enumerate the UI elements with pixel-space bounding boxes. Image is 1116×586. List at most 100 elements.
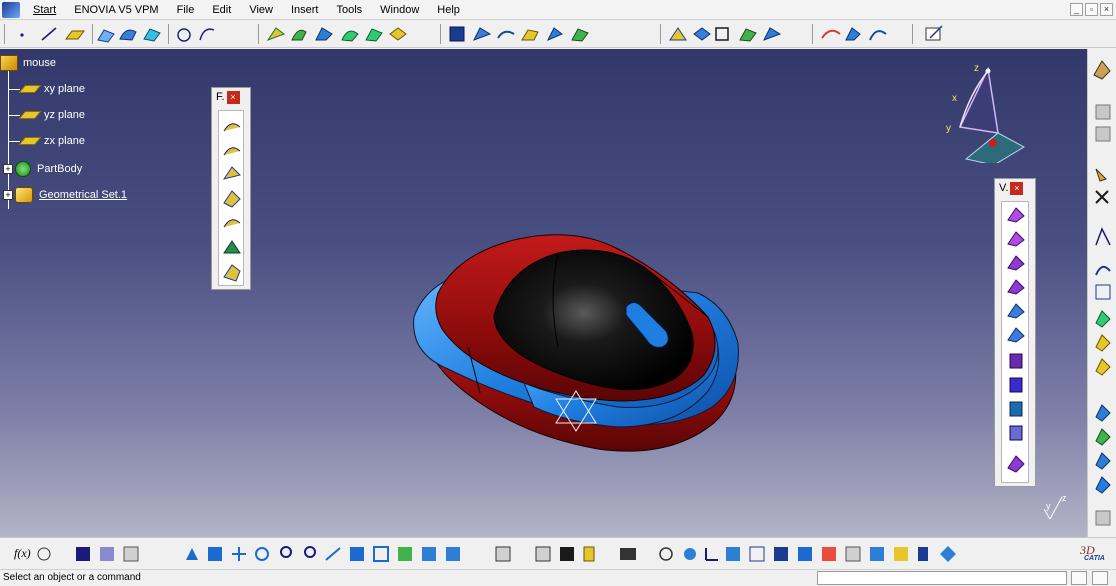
volume-sweep-icon[interactable] [1007, 255, 1025, 271]
trim-icon[interactable] [693, 27, 711, 41]
zoom-in-icon[interactable] [280, 546, 292, 558]
part-design-icon[interactable] [1093, 60, 1111, 80]
mouse-3d-model[interactable] [408, 197, 748, 457]
3d-viewport[interactable]: mouse xy plane yz plane zx plane + PartB… [0, 49, 1087, 537]
repeat-icon[interactable] [1095, 334, 1111, 352]
snap-icon[interactable] [1095, 190, 1109, 204]
fit-all-icon[interactable] [208, 547, 222, 561]
copy-object-icon[interactable] [845, 546, 861, 562]
multisection-surface-icon[interactable] [472, 27, 492, 41]
design-check-icon[interactable] [684, 548, 696, 560]
catalog-icon[interactable] [123, 546, 139, 562]
capture-icon[interactable] [620, 548, 636, 560]
spline-icon[interactable] [199, 28, 215, 41]
menu-window[interactable]: Window [371, 4, 428, 16]
tree-item-yz-plane[interactable]: yz plane [8, 109, 85, 121]
menu-view[interactable]: View [240, 4, 282, 16]
volume-extrude-icon[interactable] [1007, 207, 1025, 223]
sectioning-icon[interactable] [560, 547, 574, 561]
chordal-fillet-icon[interactable] [222, 166, 241, 180]
work-on-support-icon[interactable] [726, 547, 740, 561]
restore-button[interactable]: ▫ [1085, 3, 1098, 16]
menu-start[interactable]: Start [24, 4, 65, 16]
projection-icon[interactable] [97, 29, 115, 43]
tree-item-label[interactable]: xy plane [44, 83, 85, 95]
hide-show-icon[interactable] [422, 547, 436, 561]
sweep-icon[interactable] [389, 27, 407, 41]
variable-fillet-icon[interactable] [223, 147, 241, 156]
multi-view-icon[interactable] [350, 547, 364, 561]
split-icon[interactable] [669, 27, 687, 41]
rotate-view-icon[interactable] [255, 547, 269, 561]
fillet-icon[interactable] [762, 27, 782, 41]
instantiate-icon[interactable] [822, 547, 836, 561]
tree-item-partbody[interactable]: + PartBody [3, 161, 82, 177]
parallel-curve-icon[interactable] [143, 28, 161, 42]
select-icon[interactable] [1095, 168, 1107, 182]
menu-edit[interactable]: Edit [203, 4, 240, 16]
floating-toolbar-f[interactable]: F. × [211, 87, 251, 290]
floating-toolbar-v[interactable]: V. × [994, 178, 1036, 487]
menu-help[interactable]: Help [428, 4, 469, 16]
tree-item-zx-plane[interactable]: zx plane [8, 135, 85, 147]
knowledge-icon[interactable] [100, 547, 114, 561]
tree-item-label[interactable]: Geometrical Set.1 [39, 189, 127, 201]
menu-insert[interactable]: Insert [282, 4, 328, 16]
zoom-out-icon[interactable] [304, 546, 316, 558]
measure-item-icon[interactable] [1095, 126, 1111, 142]
plug-icon[interactable] [940, 546, 956, 562]
close-surface-icon[interactable] [1007, 327, 1025, 343]
grid-view-icon[interactable] [749, 546, 765, 562]
thick-surface-icon[interactable] [1007, 303, 1025, 319]
palette-titlebar[interactable]: F. × [212, 88, 250, 106]
union-trim-icon[interactable] [1009, 425, 1023, 441]
pan-icon[interactable] [232, 547, 246, 561]
blend-icon[interactable] [223, 240, 241, 254]
cylinder-icon[interactable] [341, 30, 359, 42]
swept-volume-icon[interactable] [659, 547, 673, 561]
tree-item-label[interactable]: PartBody [37, 163, 82, 175]
volume-revolve-icon[interactable] [1007, 231, 1025, 247]
minimize-button[interactable]: _ [1070, 3, 1083, 16]
volume-multisection-icon[interactable] [1007, 279, 1025, 295]
face-fillet-icon[interactable] [223, 190, 241, 208]
law-icon[interactable] [1095, 265, 1111, 276]
palette-close-button[interactable]: × [1010, 181, 1024, 195]
fill-icon[interactable] [449, 26, 465, 42]
pattern-icon[interactable] [1095, 310, 1111, 328]
axis-system-icon[interactable] [705, 548, 718, 561]
symmetry-icon[interactable] [869, 30, 887, 41]
shading-icon[interactable] [398, 547, 412, 561]
draft-analysis-icon[interactable] [1095, 428, 1111, 446]
offset-icon[interactable] [365, 28, 383, 42]
untrim-icon[interactable] [571, 28, 589, 42]
tree-item-label[interactable]: zx plane [44, 135, 85, 147]
tree-root[interactable]: mouse [0, 55, 56, 71]
scan-icon[interactable] [870, 547, 884, 561]
close-button[interactable]: × [1100, 3, 1113, 16]
measure-between-icon[interactable] [495, 546, 511, 562]
curve-icon[interactable] [1095, 227, 1111, 246]
volume-draft-icon[interactable] [1007, 455, 1025, 473]
grid-icon[interactable] [1095, 284, 1111, 300]
vbscript-icon[interactable] [918, 547, 928, 561]
menu-file[interactable]: File [168, 4, 204, 16]
circle-icon[interactable] [177, 28, 191, 42]
measure-icon[interactable] [1095, 104, 1111, 120]
tritangent-fillet-icon[interactable] [223, 219, 241, 228]
translate-icon[interactable] [821, 29, 841, 39]
table-icon[interactable] [76, 547, 90, 561]
connect-checker-icon[interactable] [1095, 476, 1111, 494]
fly-mode-icon[interactable] [186, 548, 198, 560]
curvature-icon[interactable] [1095, 452, 1111, 470]
extrude-surface-icon[interactable] [266, 27, 286, 42]
status-icon-left[interactable] [1071, 571, 1087, 585]
catia-start-icon[interactable] [2, 1, 20, 18]
lock-icon[interactable] [583, 546, 595, 562]
intersect-icon[interactable] [1009, 401, 1023, 417]
revolve-surface-icon[interactable] [291, 29, 307, 41]
tree-item-label[interactable]: yz plane [44, 109, 85, 121]
tree-item-xy-plane[interactable]: xy plane [8, 83, 85, 95]
analysis-icon[interactable] [1095, 404, 1111, 422]
boundary-icon[interactable] [715, 27, 729, 41]
